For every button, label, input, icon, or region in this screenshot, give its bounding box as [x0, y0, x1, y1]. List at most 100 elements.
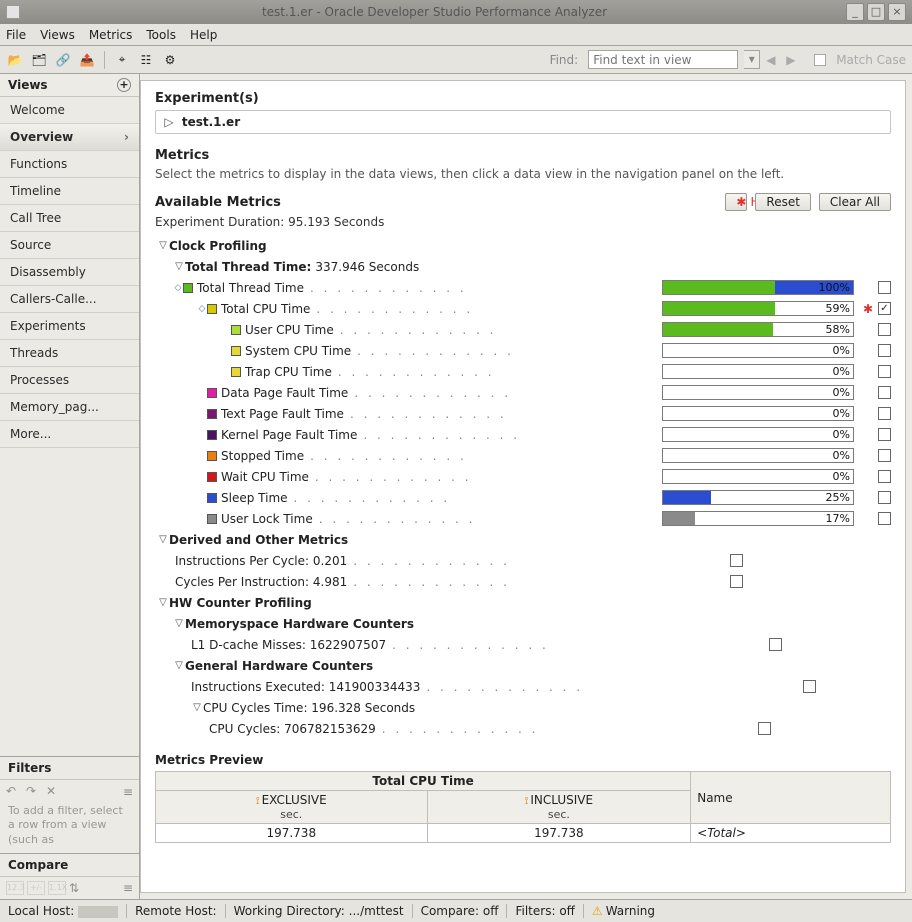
compare-mode-2[interactable]: +/-: [27, 881, 45, 895]
metric-checkbox[interactable]: [878, 365, 891, 378]
find-prev-icon[interactable]: ◀: [766, 53, 780, 67]
metric-row[interactable]: Instructions Executed: 141900334433 . . …: [155, 676, 891, 697]
metric-row[interactable]: User CPU Time . . . . . . . . . . . . 58…: [155, 319, 891, 340]
views-header: Views +: [0, 74, 139, 97]
menu-file[interactable]: File: [6, 28, 26, 42]
metric-bar: 17%: [662, 511, 854, 526]
hot-button[interactable]: Hot: [725, 193, 747, 211]
sidebar-item-disassembly[interactable]: Disassembly: [0, 259, 139, 286]
metric-checkbox[interactable]: [878, 302, 891, 315]
minimize-button[interactable]: _: [846, 3, 864, 21]
combine-icon[interactable]: 🗂: [30, 51, 48, 69]
metric-checkbox[interactable]: [878, 407, 891, 420]
sidebar-item-functions[interactable]: Functions: [0, 151, 139, 178]
metric-row[interactable]: Instructions Per Cycle: 0.201 . . . . . …: [155, 550, 891, 571]
metric-checkbox[interactable]: [878, 449, 891, 462]
metric-checkbox[interactable]: [878, 386, 891, 399]
clearall-button[interactable]: Clear All: [819, 193, 891, 211]
matchcase-checkbox[interactable]: [814, 54, 826, 66]
menu-help[interactable]: Help: [190, 28, 217, 42]
compare-mode-1[interactable]: 12.3: [6, 881, 24, 895]
metric-bar: 0%: [662, 364, 854, 379]
metric-checkbox[interactable]: [730, 575, 743, 588]
sidebar-item-welcome[interactable]: Welcome: [0, 97, 139, 124]
menu-views[interactable]: Views: [40, 28, 75, 42]
close-button[interactable]: ×: [888, 3, 906, 21]
connect-icon[interactable]: 🔗: [54, 51, 72, 69]
metric-bar: 100%: [662, 280, 854, 295]
filter-redo-icon[interactable]: ↷: [26, 784, 42, 800]
metric-checkbox[interactable]: [878, 512, 891, 525]
compare-swap-icon[interactable]: ⇅: [69, 881, 79, 895]
sidebar-item-timeline[interactable]: Timeline: [0, 178, 139, 205]
metric-checkbox[interactable]: [878, 428, 891, 441]
metric-row[interactable]: Cycles Per Instruction: 4.981 . . . . . …: [155, 571, 891, 592]
metric-checkbox[interactable]: [769, 638, 782, 651]
metric-row[interactable]: System CPU Time . . . . . . . . . . . . …: [155, 340, 891, 361]
caret-icon[interactable]: [173, 660, 185, 671]
menu-metrics[interactable]: Metrics: [89, 28, 133, 42]
sidebar-item-threads[interactable]: Threads: [0, 340, 139, 367]
filter-delete-icon[interactable]: ✕: [46, 784, 62, 800]
metric-row[interactable]: User Lock Time . . . . . . . . . . . . 1…: [155, 508, 891, 529]
metric-row[interactable]: Total Thread Time . . . . . . . . . . . …: [155, 277, 891, 298]
metric-checkbox[interactable]: [878, 470, 891, 483]
filter-icon[interactable]: ⌖: [113, 51, 131, 69]
caret-icon[interactable]: [173, 261, 185, 272]
export-icon[interactable]: 📤: [78, 51, 96, 69]
caret-icon[interactable]: [191, 702, 203, 713]
metric-checkbox[interactable]: [758, 722, 771, 735]
add-view-button[interactable]: +: [117, 78, 131, 92]
caret-icon[interactable]: [173, 618, 185, 629]
sidebar-item-overview[interactable]: Overview: [0, 124, 139, 151]
metric-row[interactable]: Wait CPU Time . . . . . . . . . . . . 0%: [155, 466, 891, 487]
sidebar-item-experiments[interactable]: Experiments: [0, 313, 139, 340]
metric-row[interactable]: Trap CPU Time . . . . . . . . . . . . 0%: [155, 361, 891, 382]
node-toggle-icon[interactable]: [173, 283, 183, 293]
preview-name-hdr: Name: [691, 772, 891, 824]
metric-row[interactable]: Stopped Time . . . . . . . . . . . . 0%: [155, 445, 891, 466]
metric-row[interactable]: Text Page Fault Time . . . . . . . . . .…: [155, 403, 891, 424]
dots: . . . . . . . . . . . .: [294, 491, 451, 505]
metric-row[interactable]: Data Page Fault Time . . . . . . . . . .…: [155, 382, 891, 403]
metric-row[interactable]: Kernel Page Fault Time . . . . . . . . .…: [155, 424, 891, 445]
compare-menu-icon[interactable]: ≡: [123, 881, 133, 895]
sidebar-item-memory-pag-[interactable]: Memory_pag...: [0, 394, 139, 421]
compare-mode-3[interactable]: 1.1X: [48, 881, 66, 895]
caret-icon[interactable]: [157, 534, 169, 545]
metric-label: CPU Cycles: 706782153629: [209, 722, 376, 736]
metric-row[interactable]: L1 D-cache Misses: 1622907507 . . . . . …: [155, 634, 891, 655]
columns-icon[interactable]: ☷: [137, 51, 155, 69]
sidebar-item-callers-calle-[interactable]: Callers-Calle...: [0, 286, 139, 313]
sidebar-item-source[interactable]: Source: [0, 232, 139, 259]
sidebar-item-more-[interactable]: More...: [0, 421, 139, 448]
sidebar-item-processes[interactable]: Processes: [0, 367, 139, 394]
caret-icon[interactable]: [157, 240, 169, 251]
experiment-row[interactable]: ▷ test.1.er: [155, 110, 891, 134]
menu-tools[interactable]: Tools: [146, 28, 176, 42]
experiment-toggle-icon[interactable]: ▷: [164, 115, 174, 129]
node-toggle-icon[interactable]: [197, 304, 207, 314]
settings-gear-icon[interactable]: ⚙: [161, 51, 179, 69]
reset-button[interactable]: Reset: [755, 193, 811, 211]
metric-checkbox[interactable]: [878, 281, 891, 294]
metric-row[interactable]: Total CPU Time . . . . . . . . . . . . 5…: [155, 298, 891, 319]
sidebar-item-call-tree[interactable]: Call Tree: [0, 205, 139, 232]
filter-menu-icon[interactable]: ≡: [123, 785, 133, 799]
metric-row[interactable]: CPU Cycles: 706782153629 . . . . . . . .…: [155, 718, 891, 739]
metric-checkbox[interactable]: [803, 680, 816, 693]
maximize-button[interactable]: □: [867, 3, 885, 21]
metric-checkbox[interactable]: [878, 323, 891, 336]
metric-checkbox[interactable]: [878, 344, 891, 357]
metric-row[interactable]: Sleep Time . . . . . . . . . . . . 25%: [155, 487, 891, 508]
metric-bar: 0%: [662, 427, 854, 442]
open-experiment-icon[interactable]: 📂: [6, 51, 24, 69]
metric-checkbox[interactable]: [878, 491, 891, 504]
find-dropdown[interactable]: ▾: [744, 50, 760, 69]
metric-checkbox[interactable]: [730, 554, 743, 567]
find-input[interactable]: [588, 50, 738, 69]
caret-icon[interactable]: [157, 597, 169, 608]
filter-undo-icon[interactable]: ↶: [6, 784, 22, 800]
status-warning[interactable]: Warning: [583, 904, 655, 918]
find-next-icon[interactable]: ▶: [786, 53, 800, 67]
